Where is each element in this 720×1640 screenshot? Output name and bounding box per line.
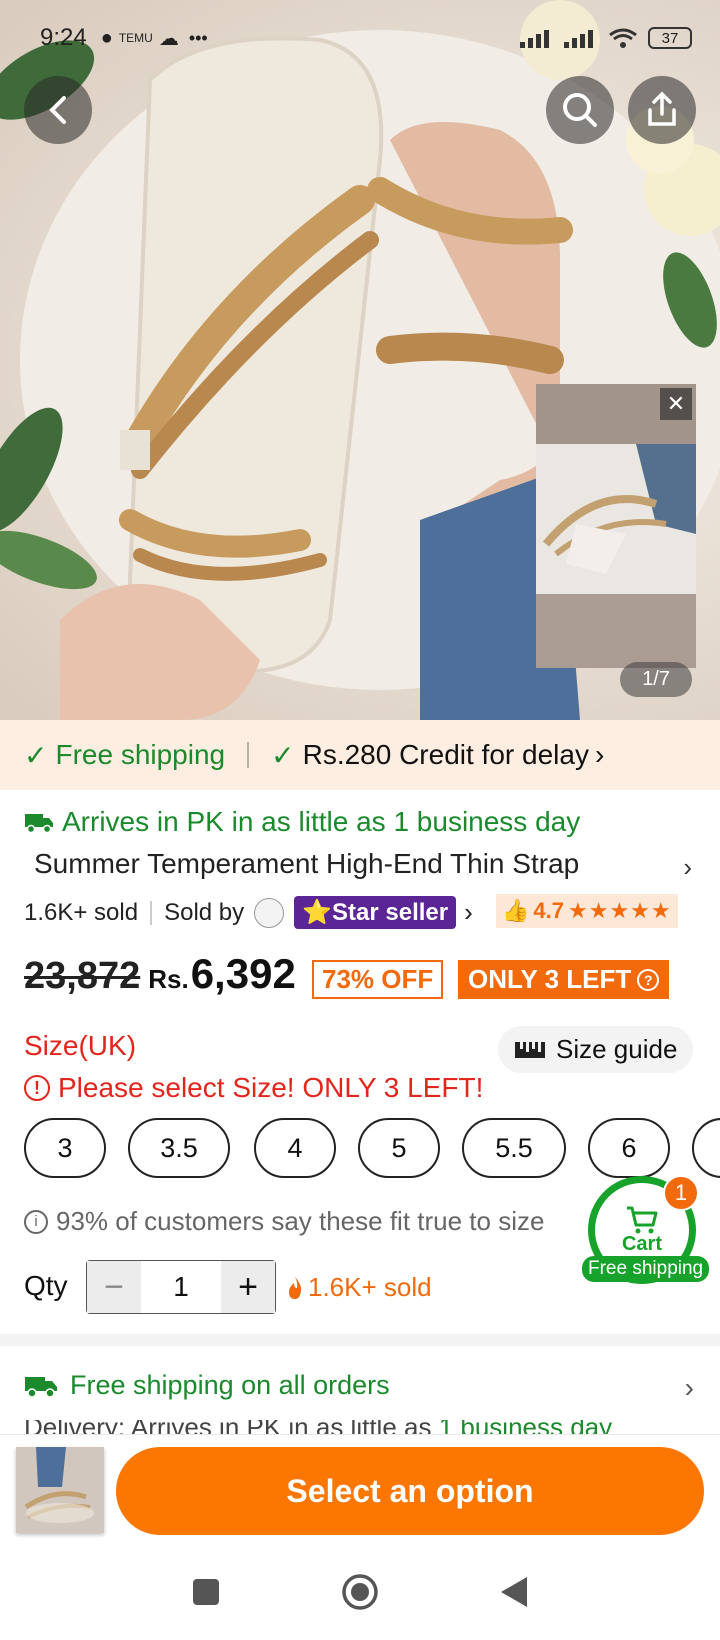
title-chevron-icon[interactable]: ›	[683, 852, 692, 883]
back-button[interactable]	[24, 76, 92, 144]
delivery-highlight: 1 business day	[439, 1420, 612, 1434]
star-seller-badge[interactable]: ⭐Star seller	[294, 896, 457, 929]
increase-button[interactable]: +	[221, 1261, 275, 1313]
size-label: Size(UK)	[24, 1030, 137, 1061]
free-shipping-row[interactable]: Free shipping on all orders	[24, 1370, 390, 1401]
info-icon: i	[24, 1209, 48, 1234]
fire-icon	[289, 1276, 302, 1299]
check-icon-2: ✓	[271, 739, 295, 771]
shipping-banner[interactable]: ✓ Free shipping ✓ Rs.280 Credit for dela…	[0, 720, 720, 790]
temu-badge: TEMU	[118, 31, 153, 45]
search-icon	[563, 93, 597, 127]
help-icon: ?	[637, 968, 660, 991]
size-guide-label: Size guide	[556, 1034, 678, 1064]
select-option-button[interactable]: Select an option	[116, 1447, 704, 1535]
size-option[interactable]: 4	[254, 1118, 336, 1178]
size-warning: ! Please select Size! ONLY 3 LEFT!	[24, 1072, 483, 1104]
sold-by-label: Sold by	[164, 898, 245, 926]
video-preview[interactable]: ✕	[536, 384, 696, 668]
ruler-icon	[515, 1041, 545, 1058]
seller-logo[interactable]	[254, 897, 285, 928]
free-shipping-all-label: Free shipping on all orders	[70, 1370, 390, 1400]
image-counter: 1/7	[620, 662, 692, 697]
fit-note: i 93% of customers say these fit true to…	[24, 1206, 544, 1237]
sold-count: 1.6K+ sold	[24, 898, 139, 926]
wifi-icon	[609, 28, 637, 48]
seller-row: 1.6K+ sold Sold by ⭐Star seller ›	[24, 896, 473, 929]
stock-badge[interactable]: ONLY 3 LEFT ?	[458, 960, 670, 999]
share-icon	[648, 91, 676, 126]
bottom-action-bar: Select an option	[0, 1434, 720, 1544]
star-seller-label: Star seller	[332, 899, 449, 926]
size-option[interactable]: 3	[24, 1118, 106, 1178]
currency-prefix: Rs.	[148, 964, 189, 994]
qty-sold: 1.6K+ sold	[286, 1272, 432, 1303]
size-option[interactable]: 5	[358, 1118, 440, 1178]
cart-count-badge: 1	[663, 1175, 699, 1211]
size-guide-button[interactable]: Size guide	[498, 1026, 694, 1073]
qty-label: Qty	[24, 1270, 68, 1301]
rating-badge[interactable]: 👍 4.7 ★★★★★	[496, 894, 678, 928]
decrease-button[interactable]: −	[87, 1261, 141, 1313]
section-divider	[0, 1334, 720, 1346]
size-warning-text: Please select Size! ONLY 3 LEFT!	[58, 1072, 484, 1103]
size-option[interactable]: 6	[588, 1118, 670, 1178]
free-shipping-label: Free shipping	[55, 739, 226, 770]
delivery-text: Delivery: Arrives in PK in as little as	[24, 1420, 431, 1434]
recents-icon[interactable]	[191, 1577, 221, 1607]
quantity-stepper: − 1 +	[86, 1260, 276, 1314]
notification-icon: ●	[100, 26, 113, 49]
selected-product-thumbnail[interactable]	[16, 1447, 104, 1533]
chevron-left-icon	[49, 96, 66, 124]
back-nav-icon[interactable]	[499, 1575, 529, 1609]
quantity-value[interactable]: 1	[141, 1261, 221, 1313]
divider	[150, 900, 153, 925]
more-dots: •••	[188, 27, 208, 48]
signal-icon	[520, 30, 549, 48]
check-icon: ✓	[24, 739, 48, 771]
discount-badge: 73% OFF	[312, 960, 444, 999]
current-price: 6,392	[190, 950, 296, 997]
cart-icon	[627, 1206, 658, 1233]
video-thumbnail	[536, 384, 696, 668]
cloud-icon: ☁	[158, 27, 179, 50]
chevron-right-icon: ›	[594, 739, 605, 770]
home-icon[interactable]	[341, 1573, 379, 1611]
divider	[247, 742, 250, 768]
size-options: 3 3.5 4 5 5.5 6	[24, 1118, 720, 1178]
arrival-text: Arrives in PK in as little as 1 business…	[62, 806, 581, 837]
price-row: 23,872 Rs. 6,392	[24, 950, 296, 998]
truck-icon	[25, 814, 53, 834]
alert-icon: !	[24, 1075, 50, 1101]
stock-label: ONLY 3 LEFT	[468, 964, 632, 994]
rating-stars: ★★★★★	[568, 898, 672, 923]
close-preview-button[interactable]: ✕	[660, 388, 692, 420]
truck-icon	[25, 1376, 57, 1398]
arrival-info: Arrives in PK in as little as 1 business…	[24, 806, 580, 838]
fit-note-text: 93% of customers say these fit true to s…	[56, 1206, 545, 1236]
seller-chevron-icon[interactable]: ›	[464, 897, 473, 928]
original-price: 23,872	[24, 955, 141, 997]
credit-label: Rs.280 Credit for delay	[302, 739, 589, 770]
status-time: 9:24	[40, 24, 87, 51]
status-bar: 9:24 ● TEMU ☁ ••• 37	[40, 24, 692, 52]
battery-indicator: 37	[648, 27, 692, 49]
thumbnail-image	[16, 1447, 104, 1533]
cart-label: Cart	[621, 1232, 662, 1255]
size-option[interactable]: 3.5	[128, 1118, 230, 1178]
delivery-info-partial: Delivery: Arrives in PK in as little as …	[24, 1420, 704, 1434]
share-button[interactable]	[628, 76, 696, 144]
rating-value: 4.7	[533, 898, 564, 923]
signal-icon-2	[564, 30, 593, 48]
search-button[interactable]	[546, 76, 614, 144]
qty-sold-text: 1.6K+ sold	[308, 1272, 432, 1302]
product-title[interactable]: Summer Temperament High-End Thin Strap	[34, 848, 614, 880]
cart-free-shipping: Free shipping	[582, 1256, 710, 1282]
shipping-chevron-icon[interactable]: ›	[685, 1372, 694, 1404]
system-nav-bar	[0, 1544, 720, 1640]
size-option-partial[interactable]	[692, 1118, 720, 1178]
thumbs-up-icon: 👍	[502, 898, 530, 923]
product-image-gallery[interactable]: 9:24 ● TEMU ☁ ••• 37 ✕ 1/7	[0, 0, 720, 720]
size-option[interactable]: 5.5	[462, 1118, 566, 1178]
